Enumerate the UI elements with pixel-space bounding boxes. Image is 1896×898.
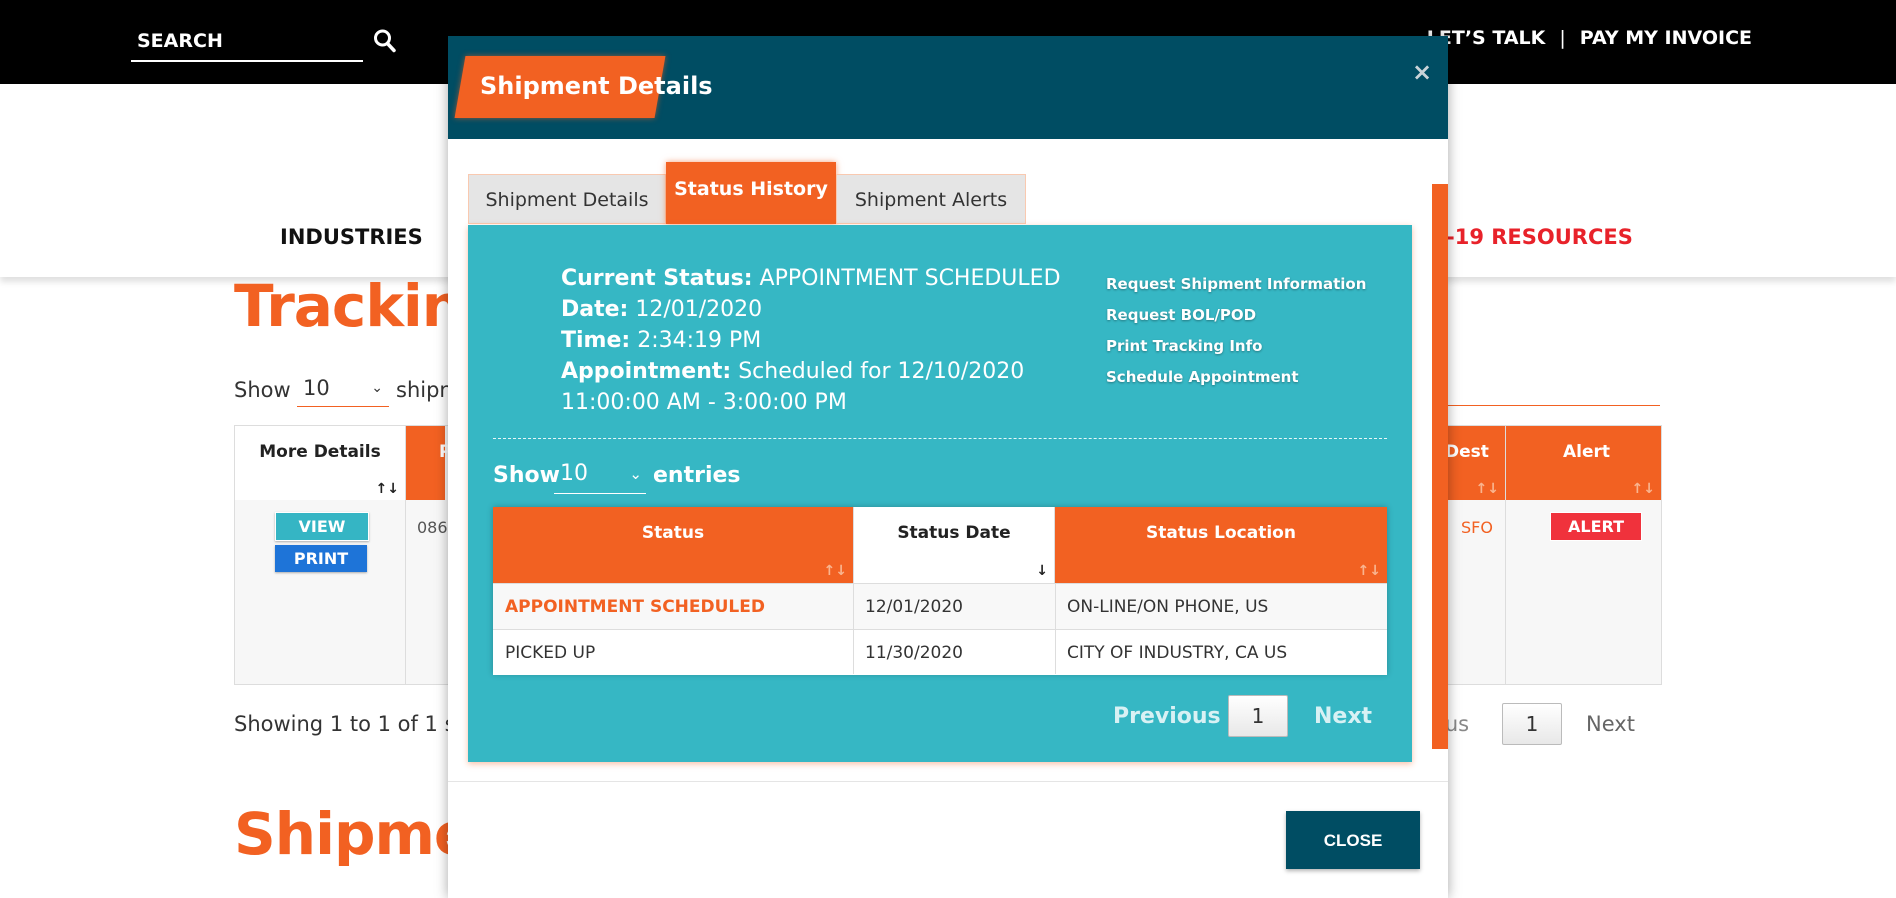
- chevron-down-icon: ⌄: [629, 465, 642, 483]
- previous-button[interactable]: Previous: [1113, 704, 1221, 729]
- chevron-down-icon: ⌄: [371, 380, 383, 396]
- tracking-title: Trackin: [234, 272, 463, 340]
- entries-select-value: 10: [560, 461, 588, 486]
- shipments-title: Shipme: [234, 800, 473, 868]
- tab-shipment-details[interactable]: Shipment Details: [468, 174, 666, 224]
- nav-separator: |: [1559, 27, 1566, 49]
- current-status-block: Current Status: APPOINTMENT SCHEDULED Da…: [561, 263, 1061, 418]
- column-divider: [853, 583, 854, 674]
- dotted-divider: [493, 438, 1387, 439]
- tab-status-history[interactable]: Status History: [666, 162, 836, 224]
- pro-number: 086: [417, 518, 448, 537]
- th-pro[interactable]: P: [405, 426, 451, 500]
- show-label: Show: [493, 463, 560, 488]
- table-row: APPOINTMENT SCHEDULED 12/01/2020 ON-LINE…: [493, 583, 1387, 629]
- status-history-panel: Current Status: APPOINTMENT SCHEDULED Da…: [468, 225, 1412, 762]
- row-date: 12/01/2020: [865, 597, 963, 617]
- column-divider: [405, 426, 406, 684]
- th-status-date[interactable]: Status Date ↓: [853, 507, 1055, 583]
- entries-select[interactable]: 10 ⌄: [554, 461, 646, 494]
- current-status-label: Current Status:: [561, 266, 753, 291]
- sort-icon: ↑↓: [1631, 481, 1655, 497]
- show-label: Show: [234, 378, 291, 402]
- nav-pay-my-invoice[interactable]: PAY MY INVOICE: [1580, 27, 1752, 49]
- date-value: 12/01/2020: [635, 297, 763, 322]
- column-divider: [1505, 426, 1506, 684]
- sort-icon: ↑↓: [1357, 563, 1381, 579]
- page-number-button[interactable]: 1: [1502, 703, 1562, 745]
- current-status-value: APPOINTMENT SCHEDULED: [759, 266, 1061, 291]
- row-status: APPOINTMENT SCHEDULED: [505, 597, 765, 617]
- sort-desc-icon: ↓: [1036, 563, 1048, 579]
- print-tracking-info-link[interactable]: Print Tracking Info: [1106, 331, 1366, 362]
- th-status-location[interactable]: Status Location ↑↓: [1055, 507, 1387, 583]
- show-entries-select[interactable]: 10 ⌄: [297, 376, 389, 407]
- column-divider: [1055, 583, 1056, 674]
- th-status-location-label: Status Location: [1146, 523, 1296, 543]
- show-entries-value: 10: [303, 376, 330, 400]
- top-nav: LET’S TALK | PAY MY INVOICE: [1427, 27, 1752, 49]
- next-button[interactable]: Next: [1314, 704, 1372, 729]
- nav-covid-resources[interactable]: -19 RESOURCES: [1446, 225, 1633, 249]
- next-link[interactable]: Next: [1586, 712, 1635, 736]
- sort-icon: ↑↓: [375, 481, 399, 497]
- time-label: Time:: [561, 328, 631, 353]
- time-value: 2:34:19 PM: [637, 328, 762, 353]
- th-more-details[interactable]: More Details ↑↓: [235, 426, 406, 500]
- modal-footer-divider: [448, 781, 1448, 782]
- schedule-appointment-link[interactable]: Schedule Appointment: [1106, 362, 1366, 393]
- close-icon[interactable]: ×: [1412, 58, 1432, 86]
- row-location: CITY OF INDUSTRY, CA US: [1067, 643, 1288, 663]
- row-location: ON-LINE/ON PHONE, US: [1067, 597, 1269, 617]
- th-alert[interactable]: Alert ↑↓: [1505, 426, 1661, 500]
- request-bol-pod-link[interactable]: Request BOL/POD: [1106, 300, 1366, 331]
- th-status[interactable]: Status ↑↓: [493, 507, 853, 583]
- dest-value: SFO: [1461, 518, 1493, 537]
- print-button[interactable]: PRINT: [275, 545, 367, 572]
- sort-icon: ↑↓: [1475, 481, 1499, 497]
- sort-icon: ↑↓: [823, 563, 847, 579]
- th-dest-label: Dest: [1445, 442, 1489, 462]
- appointment-label: Appointment:: [561, 359, 732, 384]
- row-date: 11/30/2020: [865, 643, 963, 663]
- request-shipment-info-link[interactable]: Request Shipment Information: [1106, 269, 1366, 300]
- tab-shipment-alerts[interactable]: Shipment Alerts: [836, 174, 1026, 224]
- appointment-window: 11:00:00 AM - 3:00:00 PM: [561, 390, 847, 415]
- entries-label: entries: [653, 463, 741, 488]
- action-links: Request Shipment Information Request BOL…: [1106, 269, 1366, 393]
- search-input[interactable]: [131, 26, 363, 56]
- close-button[interactable]: CLOSE: [1286, 811, 1420, 869]
- row-status: PICKED UP: [505, 643, 596, 663]
- date-label: Date:: [561, 297, 629, 322]
- appointment-value: Scheduled for 12/10/2020: [738, 359, 1025, 384]
- status-history-table: Status ↑↓ Status Date ↓ Status Location ↑↓ …: [493, 507, 1387, 675]
- modal-title: Shipment Details: [480, 72, 713, 100]
- page-number-button[interactable]: 1: [1228, 695, 1288, 737]
- nav-industries[interactable]: INDUSTRIES: [280, 225, 423, 249]
- view-button[interactable]: VIEW: [275, 512, 369, 541]
- alert-button[interactable]: ALERT: [1550, 512, 1642, 541]
- th-status-date-label: Status Date: [897, 523, 1011, 543]
- th-alert-label: Alert: [1563, 442, 1611, 462]
- modal-header: Shipment Details ×: [448, 36, 1448, 139]
- table-row: PICKED UP 11/30/2020 CITY OF INDUSTRY, C…: [493, 629, 1387, 675]
- shipments-label: shipn: [396, 378, 453, 402]
- search-box: [131, 22, 363, 62]
- showing-info: Showing 1 to 1 of 1 s: [234, 712, 456, 736]
- divider: [1420, 405, 1660, 406]
- th-status-label: Status: [641, 523, 705, 543]
- search-icon[interactable]: [373, 28, 397, 54]
- th-more-details-label: More Details: [259, 442, 381, 462]
- scrollbar[interactable]: [1432, 184, 1448, 749]
